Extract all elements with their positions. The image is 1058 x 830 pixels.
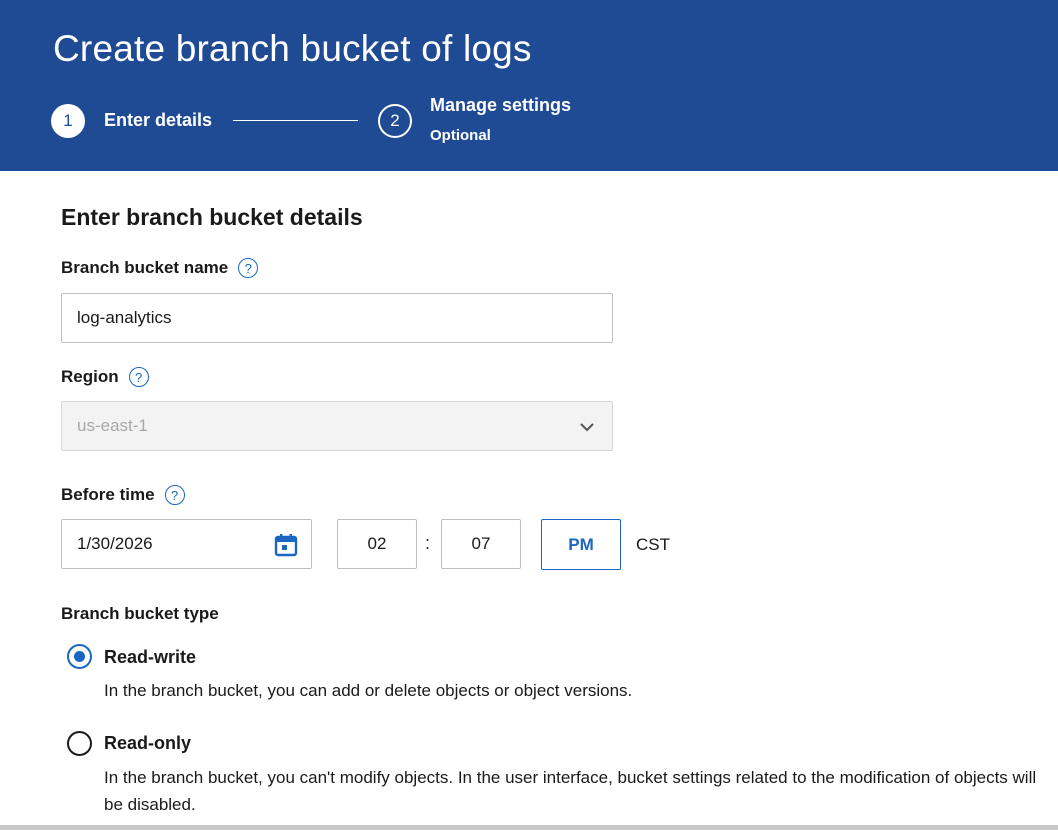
- date-value: 1/30/2026: [77, 534, 153, 553]
- timezone-label: CST: [636, 535, 670, 554]
- hour-input[interactable]: 02: [337, 519, 417, 569]
- read-only-label[interactable]: Read-only: [104, 733, 191, 754]
- step-1-indicator: 1: [51, 104, 85, 138]
- bucket-type-label: Branch bucket type: [61, 604, 219, 623]
- bucket-name-label-text: Branch bucket name: [61, 258, 229, 277]
- step-2-label: Manage settings: [430, 95, 572, 115]
- section-title: Enter branch bucket details: [61, 204, 363, 230]
- calendar-icon[interactable]: [273, 532, 299, 558]
- region-label-text: Region: [61, 367, 119, 386]
- region-value: us-east-1: [77, 416, 148, 435]
- wizard-header: Create branch bucket of logs 1 Enter det…: [0, 0, 1058, 171]
- bucket-name-input[interactable]: [61, 293, 613, 343]
- ampm-toggle-button[interactable]: PM: [541, 519, 621, 570]
- minute-input[interactable]: 07: [441, 519, 521, 569]
- chevron-down-icon: [580, 423, 594, 432]
- page-title: Create branch bucket of logs: [53, 28, 532, 69]
- step-connector: [233, 120, 358, 121]
- bucket-name-label: Branch bucket name ?: [61, 258, 259, 278]
- before-time-label: Before time ?: [61, 485, 185, 505]
- read-write-label[interactable]: Read-write: [104, 647, 196, 668]
- help-circle-icon[interactable]: ?: [164, 485, 185, 505]
- scroll-edge: [0, 825, 1058, 830]
- step-1-label: Enter details: [104, 110, 213, 130]
- date-input[interactable]: 1/30/2026: [61, 519, 312, 569]
- help-circle-icon[interactable]: ?: [128, 367, 149, 387]
- help-circle-icon[interactable]: ?: [238, 258, 259, 278]
- time-separator: :: [425, 533, 431, 553]
- read-write-radio[interactable]: [67, 644, 92, 669]
- read-only-description: In the branch bucket, you can't modify o…: [104, 768, 1037, 814]
- before-time-label-text: Before time: [61, 485, 155, 504]
- region-select[interactable]: us-east-1: [61, 401, 613, 451]
- region-label: Region ?: [61, 367, 149, 387]
- read-write-description: In the branch bucket, you can add or del…: [104, 681, 633, 700]
- step-2-optional-label: Optional: [430, 127, 491, 144]
- read-only-radio[interactable]: [67, 731, 92, 756]
- step-2-indicator: 2: [378, 104, 412, 138]
